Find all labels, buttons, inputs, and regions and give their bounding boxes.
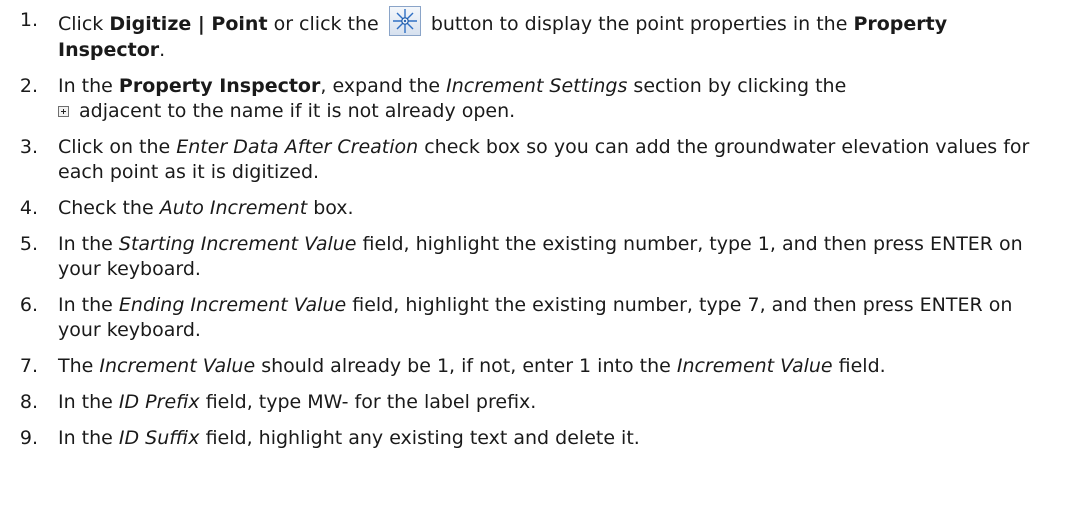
step-4: 4. Check the Auto Increment box. (0, 196, 1070, 221)
panel-name: Property Inspector (118, 75, 321, 97)
step-text: or click the (267, 13, 385, 35)
field-name: Auto Increment (159, 197, 308, 219)
step-number: 2. (19, 75, 38, 97)
step-text: In the (58, 427, 119, 449)
step-number: 8. (19, 391, 38, 413)
step-3: 3. Click on the Enter Data After Creatio… (0, 135, 1070, 185)
step-text: field. (832, 355, 886, 377)
step-number: 5. (19, 233, 38, 255)
section-name: Increment Settings (446, 75, 628, 97)
step-text: Check the (58, 197, 160, 219)
step-6: 6. In the Ending Increment Value field, … (0, 293, 1070, 343)
step-text: field, type MW- for the label prefix. (199, 391, 537, 413)
field-name: Enter Data After Creation (176, 136, 419, 158)
step-text: box. (307, 197, 354, 219)
step-number: 3. (19, 136, 38, 158)
step-2: 2. In the Property Inspector, expand the… (0, 74, 1070, 124)
menu-path: Digitize | Point (109, 13, 268, 35)
field-name: ID Suffix (118, 427, 200, 449)
step-text: In the (58, 294, 119, 316)
field-name: Starting Increment Value (118, 233, 357, 255)
instruction-list: 1. Click Digitize | Point or click the b… (0, 6, 1070, 451)
step-number: 1. (19, 9, 38, 31)
field-name: Ending Increment Value (118, 294, 347, 316)
step-text: adjacent to the name if it is not alread… (73, 100, 516, 122)
step-5: 5. In the Starting Increment Value field… (0, 232, 1070, 282)
step-text: . (159, 39, 166, 61)
step-number: 9. (19, 427, 38, 449)
step-1: 1. Click Digitize | Point or click the b… (0, 6, 1070, 63)
step-text: , expand the (320, 75, 447, 97)
digitize-point-icon (388, 6, 421, 36)
step-7: 7. The Increment Value should already be… (0, 354, 1070, 379)
step-number: 7. (19, 355, 38, 377)
step-text: In the (58, 75, 119, 97)
step-text: The (58, 355, 100, 377)
step-text: Click on the (58, 136, 177, 158)
step-9: 9. In the ID Suffix field, highlight any… (0, 426, 1070, 451)
step-text: field, highlight any existing text and d… (199, 427, 640, 449)
field-name: Increment Value (99, 355, 256, 377)
step-number: 4. (19, 197, 38, 219)
field-name: Increment Value (676, 355, 833, 377)
step-8: 8. In the ID Prefix field, type MW- for … (0, 390, 1070, 415)
step-text: Click (58, 13, 110, 35)
step-text: section by clicking the (627, 75, 847, 97)
step-text: In the (58, 233, 119, 255)
field-name: ID Prefix (118, 391, 200, 413)
step-number: 6. (19, 294, 38, 316)
step-text: In the (58, 391, 119, 413)
step-text: button to display the point properties i… (424, 13, 854, 35)
expand-plus-icon (58, 106, 69, 117)
step-text: should already be 1, if not, enter 1 int… (255, 355, 677, 377)
